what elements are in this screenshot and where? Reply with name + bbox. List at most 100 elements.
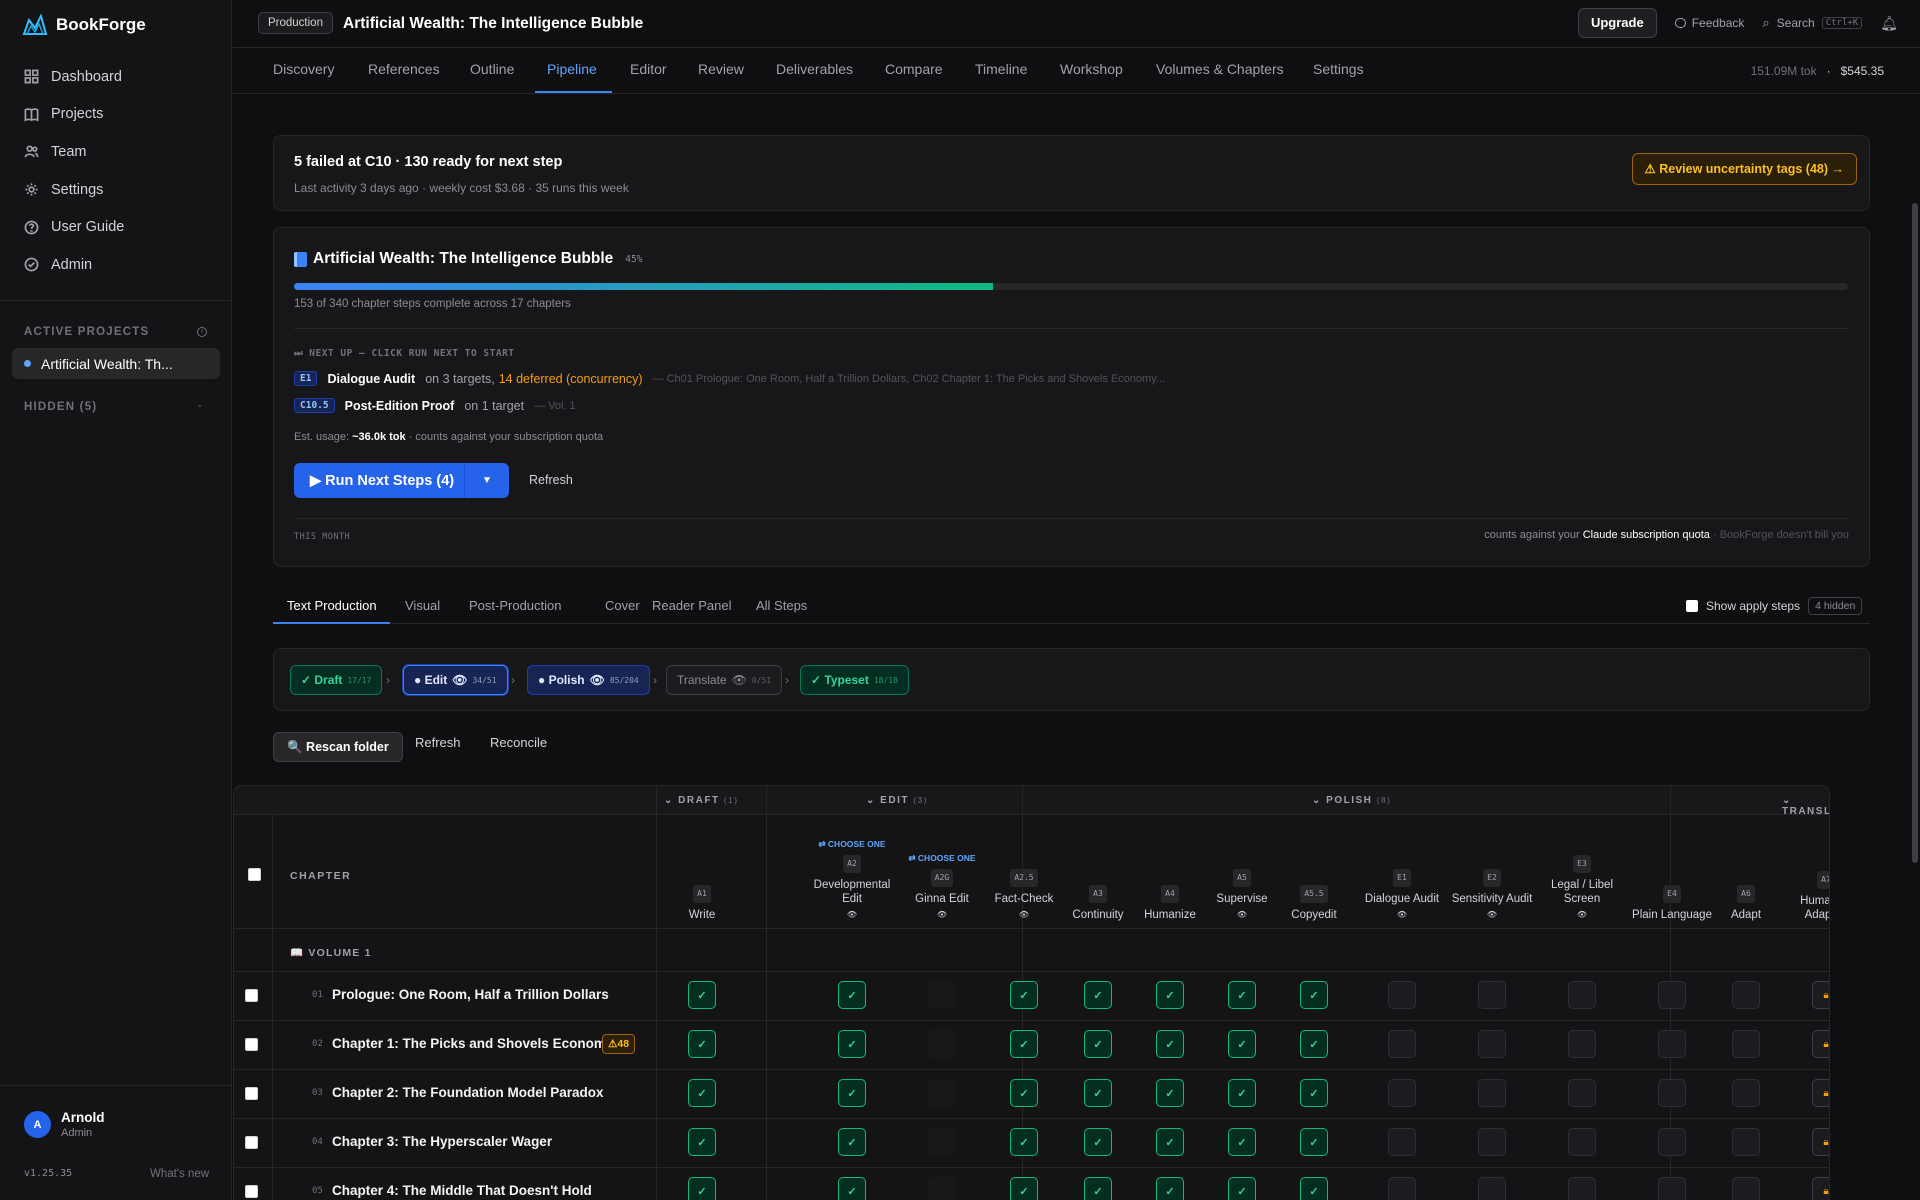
step-cell[interactable]: 🔒︎	[1812, 1128, 1829, 1156]
step-cell[interactable]	[1732, 1177, 1760, 1200]
row-checkbox[interactable]	[245, 989, 258, 1002]
step-cell[interactable]: ✓	[1228, 1030, 1256, 1058]
show-apply-steps-toggle[interactable]: Show apply steps 4 hidden	[1686, 597, 1863, 615]
step-cell[interactable]: ✓	[1228, 1128, 1256, 1156]
chevron-down-icon[interactable]: ▼	[465, 463, 509, 498]
brand[interactable]: BookForge	[22, 14, 146, 36]
step-cell[interactable]: ✓	[1228, 1079, 1256, 1107]
run-next-steps-label[interactable]: ▶ Run Next Steps (4)	[294, 463, 465, 498]
tab-discovery[interactable]: Discovery	[273, 61, 334, 77]
step-cell[interactable]: ✓	[688, 1030, 716, 1058]
step-cell[interactable]: 🔒︎	[1812, 981, 1829, 1009]
sidebar-item-dashboard[interactable]: Dashboard	[12, 58, 220, 96]
row-checkbox[interactable]	[245, 1136, 258, 1149]
rescan-folder-button[interactable]: 🔍 Rescan folder	[273, 732, 403, 762]
column-header-a6[interactable]: A6 Adapt	[1710, 885, 1782, 922]
step-cell[interactable]: ✓	[1010, 1128, 1038, 1156]
step-cell[interactable]: 🔒︎	[1812, 1177, 1829, 1200]
step-cell[interactable]	[928, 1030, 956, 1058]
stage-typeset[interactable]: ✓ Typeset 18/18	[800, 665, 909, 695]
tab-references[interactable]: References	[368, 61, 440, 77]
sidebar-item-team[interactable]: Team	[12, 133, 220, 171]
next-step-item[interactable]: C10.5 Post-Edition Proof on 1 target — V…	[294, 398, 576, 413]
step-cell[interactable]: ✓	[1156, 981, 1184, 1009]
sidebar-item-projects[interactable]: Projects	[12, 96, 220, 134]
checkbox[interactable]	[1686, 600, 1698, 612]
tab-deliverables[interactable]: Deliverables	[776, 61, 853, 77]
step-cell[interactable]	[1568, 1128, 1596, 1156]
tab-outline[interactable]: Outline	[470, 61, 514, 77]
upgrade-button[interactable]: Upgrade	[1577, 8, 1657, 38]
step-cell[interactable]: ✓	[838, 981, 866, 1009]
step-cell[interactable]	[1732, 1079, 1760, 1107]
step-cell[interactable]	[1568, 1177, 1596, 1200]
subtab-post-production[interactable]: Post-Production	[469, 598, 562, 613]
sidebar-item-settings[interactable]: Settings	[12, 171, 220, 209]
step-cell[interactable]: ✓	[838, 1128, 866, 1156]
step-cell[interactable]	[1388, 1079, 1416, 1107]
step-cell[interactable]	[1568, 1079, 1596, 1107]
step-cell[interactable]: ✓	[1228, 981, 1256, 1009]
chapter-title[interactable]: Chapter 4: The Middle That Doesn't Hold	[332, 1183, 592, 1198]
step-cell[interactable]: ✓	[838, 1177, 866, 1200]
reconcile-button[interactable]: Reconcile	[490, 735, 547, 750]
sidebar-item-admin[interactable]: Admin	[12, 246, 220, 284]
stage-edit[interactable]: ● Edit 👁︎ 34/51	[403, 665, 508, 695]
step-cell[interactable]	[1732, 1030, 1760, 1058]
step-cell[interactable]	[1478, 1079, 1506, 1107]
column-header-a7[interactable]: A7 Humanize Adapted	[1781, 871, 1829, 922]
column-header-e1[interactable]: E1 Dialogue Audit 👁︎	[1357, 869, 1447, 922]
step-cell[interactable]: ✓	[1084, 1030, 1112, 1058]
step-cell[interactable]	[1732, 981, 1760, 1009]
column-header-a5[interactable]: A5 Supervise 👁︎	[1206, 869, 1278, 922]
column-header-a2-5[interactable]: A2.5 Fact-Check 👁︎	[984, 869, 1064, 922]
stage-polish[interactable]: ● Polish 👁︎ 85/204	[527, 665, 650, 695]
step-cell[interactable]	[1658, 1128, 1686, 1156]
group-header-draft[interactable]: ⌄ DRAFT (1)	[664, 795, 739, 806]
step-cell[interactable]: ✓	[1300, 1128, 1328, 1156]
step-cell[interactable]: ✓	[1156, 1079, 1184, 1107]
column-header-a2[interactable]: ⇄ CHOOSE ONE A2 Developmental Edit 👁︎	[807, 840, 897, 922]
step-cell[interactable]	[1568, 1030, 1596, 1058]
subtab-text-production[interactable]: Text Production	[287, 598, 377, 613]
refresh-button[interactable]: Refresh	[529, 473, 573, 487]
subtab-all-steps[interactable]: All Steps	[756, 598, 807, 613]
step-cell[interactable]	[928, 1128, 956, 1156]
step-cell[interactable]	[1478, 1128, 1506, 1156]
step-cell[interactable]: ✓	[1300, 1030, 1328, 1058]
tab-workshop[interactable]: Workshop	[1060, 61, 1123, 77]
step-cell[interactable]	[1388, 1030, 1416, 1058]
next-step-item[interactable]: E1 Dialogue Audit on 3 targets, 14 defer…	[294, 371, 1165, 386]
step-cell[interactable]	[928, 1177, 956, 1200]
volume-header[interactable]: 📖 VOLUME 1	[290, 946, 372, 959]
step-cell[interactable]: ✓	[1156, 1128, 1184, 1156]
step-cell[interactable]	[1388, 1177, 1416, 1200]
hidden-projects-label[interactable]: HIDDEN (5)	[24, 401, 97, 413]
step-cell[interactable]: ✓	[1084, 1177, 1112, 1200]
collapse-icon[interactable]: -	[198, 400, 202, 412]
step-cell[interactable]: ✓	[838, 1079, 866, 1107]
step-cell[interactable]	[928, 981, 956, 1009]
refresh-button[interactable]: Refresh	[415, 735, 461, 750]
column-header-a3[interactable]: A3 Continuity	[1062, 885, 1134, 922]
step-cell[interactable]	[1478, 1177, 1506, 1200]
tab-review[interactable]: Review	[698, 61, 744, 77]
step-cell[interactable]: ✓	[1300, 981, 1328, 1009]
stage-translate[interactable]: Translate 👁︎ 0/51	[666, 665, 783, 695]
whats-new-link[interactable]: What's new	[150, 1168, 209, 1180]
feedback-button[interactable]: Feedback	[1674, 16, 1744, 30]
user-profile[interactable]: A Arnold Admin	[24, 1110, 105, 1139]
chapter-title[interactable]: Chapter 1: The Picks and Shovels Economy	[332, 1036, 613, 1051]
step-cell[interactable]: ✓	[688, 1079, 716, 1107]
step-cell[interactable]: ✓	[1300, 1079, 1328, 1107]
row-checkbox[interactable]	[245, 1087, 258, 1100]
run-next-steps-button[interactable]: ▶ Run Next Steps (4) ▼	[294, 463, 509, 498]
row-checkbox[interactable]	[245, 1185, 258, 1198]
info-icon[interactable]: i	[197, 327, 207, 337]
chapter-title[interactable]: Chapter 3: The Hyperscaler Wager	[332, 1134, 552, 1149]
chapter-title[interactable]: Prologue: One Room, Half a Trillion Doll…	[332, 987, 609, 1002]
tab-pipeline[interactable]: Pipeline	[547, 61, 597, 77]
step-cell[interactable]	[1478, 1030, 1506, 1058]
sidebar-item-user-guide[interactable]: User Guide	[12, 208, 220, 246]
step-cell[interactable]: ✓	[1010, 1177, 1038, 1200]
